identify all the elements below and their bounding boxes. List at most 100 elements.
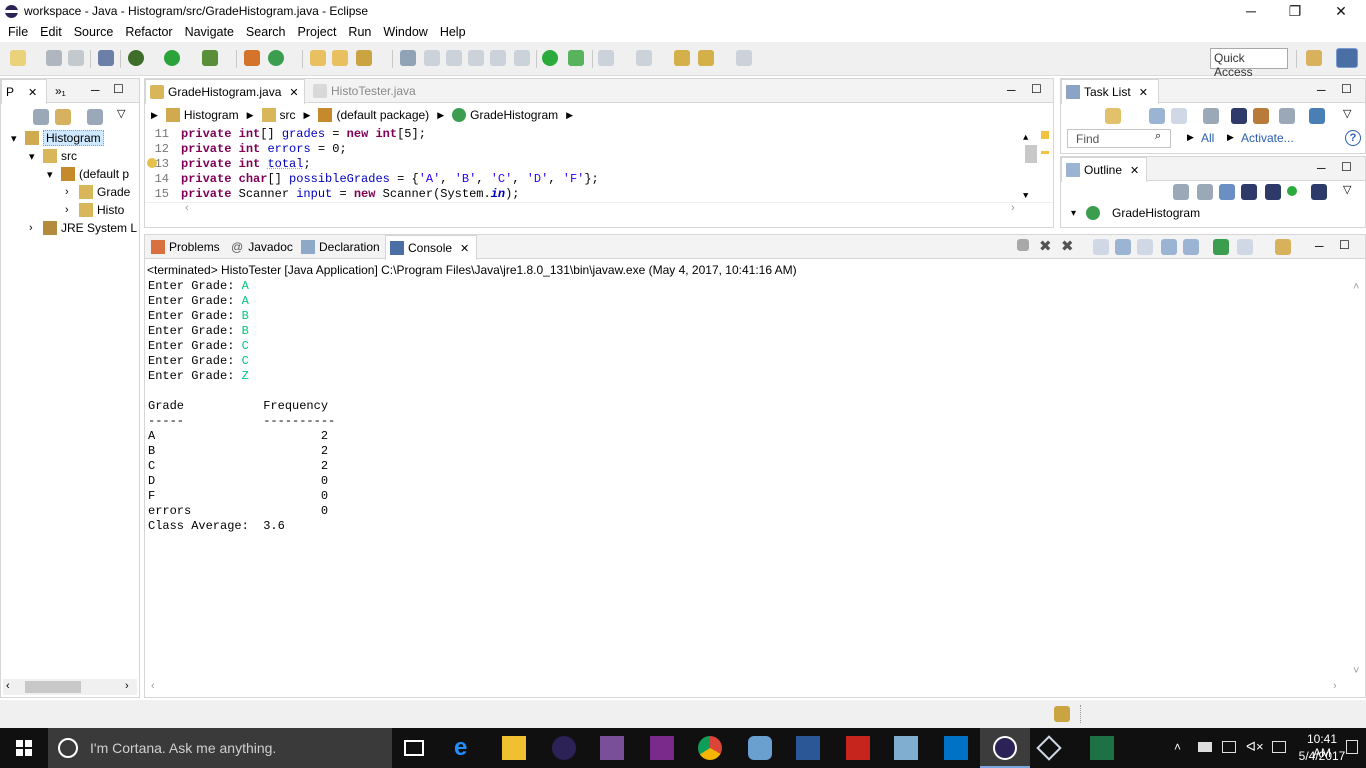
menu-file[interactable]: File (2, 25, 34, 39)
show-whitespace-icon[interactable] (490, 50, 506, 66)
menu-refactor[interactable]: Refactor (119, 25, 178, 39)
menu-edit[interactable]: Edit (34, 25, 68, 39)
file-explorer-icon[interactable] (502, 736, 526, 760)
twisty-icon[interactable]: ▾ (29, 150, 43, 163)
forward-icon[interactable] (736, 50, 752, 66)
maximize-icon[interactable]: ☐ (1339, 238, 1350, 252)
close-icon[interactable]: ✕ (460, 242, 469, 255)
save-all-icon[interactable] (68, 50, 84, 66)
view-menu-icon[interactable]: ▽ (117, 107, 125, 120)
show-on-stdout-icon[interactable] (1161, 239, 1177, 255)
eclipse-active-task[interactable] (980, 728, 1030, 768)
acrobat-icon[interactable] (846, 736, 870, 760)
notifications-icon[interactable] (1346, 740, 1358, 754)
menu-search[interactable]: Search (240, 25, 292, 39)
edge-icon[interactable]: e (454, 736, 478, 760)
paint-icon[interactable] (748, 736, 772, 760)
skip-breakpoints-icon[interactable] (98, 50, 114, 66)
close-button[interactable]: ✕ (1318, 0, 1364, 22)
scroll-right-icon[interactable]: › (1011, 202, 1015, 214)
search-icon[interactable] (356, 50, 372, 66)
close-icon[interactable]: ✕ (28, 86, 37, 99)
clear-console-icon[interactable] (1093, 239, 1109, 255)
tab-package-explorer[interactable]: P ✕ (1, 79, 47, 104)
toggle-block-icon[interactable] (468, 50, 484, 66)
word-icon[interactable] (796, 736, 820, 760)
tab-task-list[interactable]: Task List ✕ (1061, 79, 1159, 104)
hide-nonpublic-icon[interactable] (1287, 186, 1297, 196)
tree-item[interactable]: ▾ src (1, 147, 139, 165)
tab-problems[interactable]: Problems (147, 235, 224, 259)
show-hidden-icons-icon[interactable]: ˄ (1174, 740, 1181, 754)
coverage-icon[interactable] (202, 50, 218, 66)
notes-icon[interactable] (894, 736, 918, 760)
menu-source[interactable]: Source (68, 25, 120, 39)
maximize-icon[interactable]: ☐ (1341, 160, 1352, 174)
twisty-icon[interactable]: ▾ (47, 168, 61, 181)
cortana-search-box[interactable]: I'm Cortana. Ask me anything. (48, 728, 392, 768)
new-java-class-icon[interactable] (268, 50, 284, 66)
minimize-icon[interactable]: ─ (1317, 83, 1326, 97)
close-tab-icon[interactable]: ✕ (289, 86, 298, 99)
minimize-icon[interactable]: ─ (1315, 239, 1324, 253)
open-task-icon[interactable] (332, 50, 348, 66)
filter-icon[interactable] (1173, 184, 1189, 200)
filter-icon[interactable] (87, 109, 103, 125)
breadcrumb-src[interactable]: src (280, 108, 296, 122)
view-menu-icon[interactable]: ▽ (1343, 107, 1351, 120)
minimize-icon[interactable]: ─ (1007, 83, 1016, 97)
tree-item[interactable]: › Grade (1, 183, 139, 201)
display-console-icon[interactable] (1237, 239, 1253, 255)
view-menu-icon[interactable]: ▽ (1343, 183, 1351, 196)
breadcrumb-project[interactable]: Histogram (184, 108, 239, 122)
outline-root-item[interactable]: ▾ GradeHistogram (1061, 203, 1365, 223)
filter-icon[interactable] (1203, 108, 1219, 124)
minimize-button[interactable]: ─ (1228, 0, 1274, 22)
scroll-left-icon[interactable]: ‹ (185, 202, 189, 214)
bug-icon[interactable] (542, 50, 558, 66)
tab-outline[interactable]: Outline ✕ (1061, 157, 1147, 182)
categorized-icon[interactable] (1149, 108, 1165, 124)
hide-completed-icon[interactable] (1231, 108, 1247, 124)
terminate-icon[interactable] (1017, 239, 1029, 251)
debug-icon[interactable] (128, 50, 144, 66)
new-icon[interactable] (10, 50, 26, 66)
scroll-right-icon[interactable]: › (1333, 680, 1337, 692)
pin-console-icon[interactable] (1213, 239, 1229, 255)
menu-help[interactable]: Help (434, 25, 472, 39)
minimize-icon[interactable]: ─ (1317, 161, 1326, 175)
terminal-icon[interactable] (568, 50, 584, 66)
keyboard-icon[interactable] (1272, 741, 1286, 753)
scroll-down-icon[interactable]: ▼ (1023, 189, 1028, 202)
battery-icon[interactable] (1198, 742, 1212, 752)
twisty-icon[interactable]: › (29, 222, 43, 234)
breadcrumb-package[interactable]: (default package) (336, 108, 429, 122)
task-view-icon[interactable] (404, 740, 424, 756)
tree-item[interactable]: ▾ (default p (1, 165, 139, 183)
maximize-icon[interactable]: ☐ (1031, 82, 1042, 96)
code-area[interactable]: 11 private int[] grades = new int[5]; 12 p… (145, 127, 1053, 202)
annotation-icon[interactable] (400, 50, 416, 66)
scroll-down-icon[interactable]: ˅ (1353, 665, 1359, 677)
scroll-left-icon[interactable]: ‹ (151, 680, 155, 692)
tab-declaration[interactable]: Declaration (297, 235, 384, 259)
network-icon[interactable] (1222, 741, 1236, 753)
winrar-icon[interactable] (600, 736, 624, 760)
next-annotation-icon[interactable] (446, 50, 462, 66)
activate-link[interactable]: Activate... (1241, 131, 1294, 145)
hide-local-types-icon[interactable] (1311, 184, 1327, 200)
scroll-up-icon[interactable]: ˄ (1353, 281, 1359, 293)
run-icon[interactable] (164, 50, 180, 66)
chrome-icon[interactable] (698, 736, 722, 760)
menu-project[interactable]: Project (292, 25, 343, 39)
scroll-up-icon[interactable]: ▲ (1023, 131, 1028, 146)
vertical-scroll-thumb[interactable] (1025, 145, 1037, 163)
new-java-package-icon[interactable] (244, 50, 260, 66)
horizontal-scrollbar[interactable]: ‹ › (3, 679, 137, 695)
scroll-lock-icon[interactable] (1115, 239, 1131, 255)
sort-icon[interactable] (1219, 184, 1235, 200)
menu-window[interactable]: Window (377, 25, 433, 39)
hide-fields-icon[interactable] (1241, 184, 1257, 200)
tab-histotester-java[interactable]: HistoTester.java (309, 79, 420, 103)
collapse-all-icon[interactable] (1279, 108, 1295, 124)
